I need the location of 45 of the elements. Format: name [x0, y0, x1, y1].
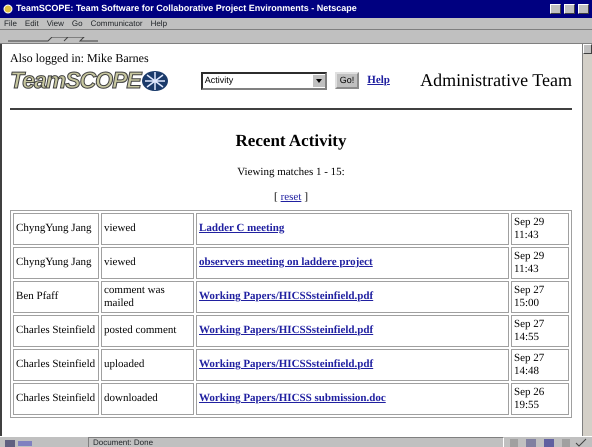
maximize-button[interactable]: [564, 4, 575, 14]
matches-text: Viewing matches 1 - 15:: [236, 164, 346, 180]
scroll-up-button[interactable]: [583, 44, 592, 54]
team-name: Administrative Team: [420, 69, 572, 92]
app-icon: [3, 4, 13, 14]
user-cell: ChyngYung Jang: [13, 212, 99, 244]
page-heading: Recent Activity: [234, 130, 348, 152]
date-cell: Sep 27 14:55: [511, 314, 569, 346]
user-cell: Ben Pfaff: [13, 280, 99, 312]
date-cell: Sep 26 19:55: [511, 382, 569, 414]
action-cell: comment was mailed: [101, 280, 194, 312]
section-select[interactable]: Activity: [200, 72, 327, 90]
user-cell: Charles Steinfield: [13, 314, 99, 346]
window-title: TeamSCOPE: Team Software for Collaborative Project Environments - Netscape: [16, 2, 358, 16]
menu-item[interactable]: Edit: [24, 20, 39, 28]
user-cell: Charles Steinfield: [13, 348, 99, 380]
menu-item[interactable]: File: [4, 20, 17, 28]
action-cell: downloaded: [101, 382, 194, 414]
date-cell: Sep 27 14:48: [511, 348, 569, 380]
user-cell: Charles Steinfield: [13, 382, 99, 414]
menu-item[interactable]: Communicator: [90, 20, 143, 28]
action-cell: uploaded: [101, 348, 194, 380]
close-button[interactable]: [578, 4, 589, 14]
date-cell: Sep 27 15:00: [511, 280, 569, 312]
menu-item[interactable]: Help: [150, 20, 168, 28]
logo: TeamSCOPE: [10, 69, 141, 92]
bracket: ]: [304, 190, 308, 205]
action-cell: viewed: [101, 212, 194, 244]
action-cell: viewed: [101, 246, 194, 278]
status-text: Document: Done: [88, 437, 504, 447]
help-link[interactable]: Help: [367, 72, 390, 89]
item-link[interactable]: Ladder C meeting: [199, 222, 284, 234]
go-button[interactable]: Go!: [334, 72, 360, 89]
user-cell: ChyngYung Jang: [13, 246, 99, 278]
action-cell: posted comment: [101, 314, 194, 346]
menu-item[interactable]: Go: [72, 20, 83, 28]
bracket: [: [274, 190, 278, 205]
minimize-button[interactable]: [550, 4, 561, 14]
logged-in-text: Also logged in: Mike Barnes: [10, 52, 150, 64]
date-cell: Sep 29 11:43: [511, 246, 569, 278]
reset-link[interactable]: reset: [280, 189, 302, 206]
dropdown-icon: [312, 74, 325, 86]
date-cell: Sep 29 11:43: [511, 212, 569, 244]
globe-icon: [140, 70, 169, 92]
menu-item[interactable]: View: [46, 20, 64, 28]
